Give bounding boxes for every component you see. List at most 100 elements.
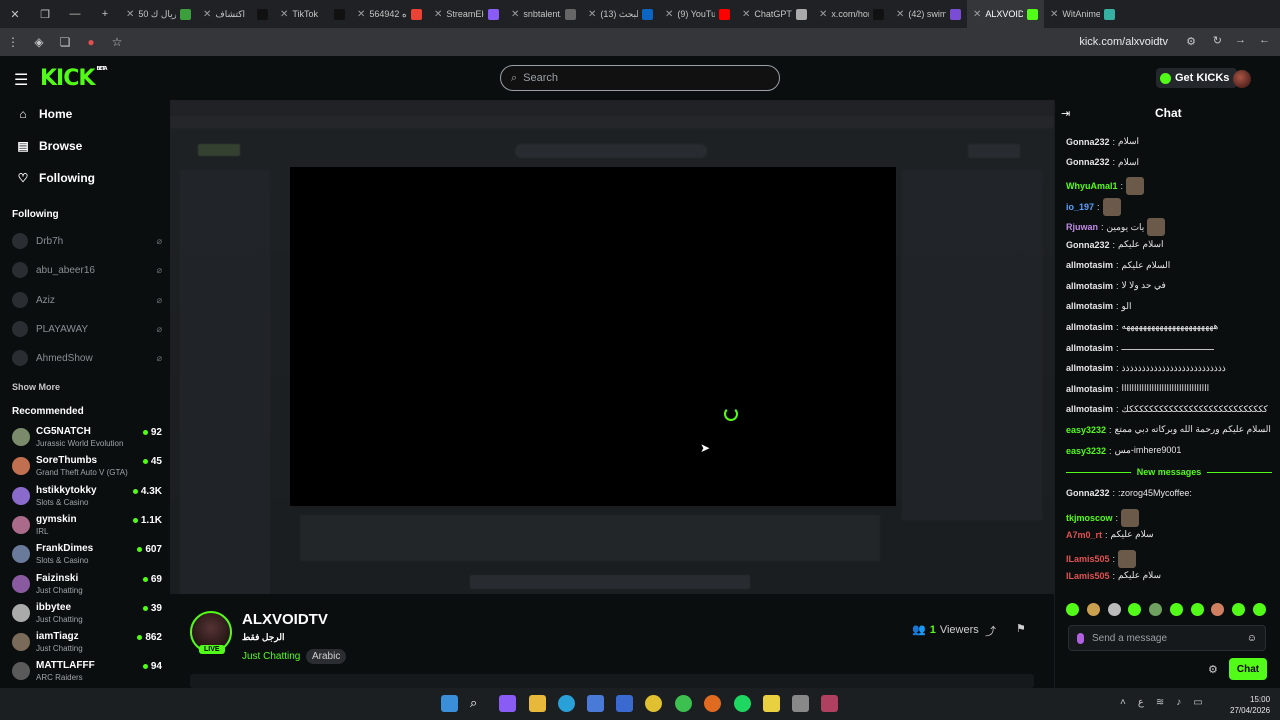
firefox-icon[interactable]	[704, 695, 721, 712]
recommended-channel-item[interactable]: iamTiagz Just Chatting 862	[12, 631, 162, 657]
bookmark-star-icon[interactable]: ☆	[104, 35, 130, 49]
following-channel-item[interactable]: PLAYAWAY ⌀	[12, 319, 162, 339]
chat-username[interactable]: Gonna232	[1066, 157, 1110, 167]
chat-username[interactable]: Gonna232	[1066, 488, 1110, 498]
app-icon[interactable]	[792, 695, 809, 712]
puzzle-icon[interactable]: ❏	[52, 35, 78, 49]
chat-username[interactable]: easy3232	[1066, 425, 1106, 435]
back-icon[interactable]: ←	[1259, 34, 1270, 46]
emote-icon[interactable]	[1107, 603, 1121, 616]
emote-icon[interactable]	[1252, 603, 1266, 616]
chat-settings-gear-icon[interactable]: ⚙	[1208, 663, 1218, 676]
chat-username[interactable]: ILamis505	[1066, 554, 1110, 564]
stream-category-link[interactable]: Just Chatting	[242, 651, 300, 662]
browser-tab[interactable]: ✕ (9) YouTub	[659, 0, 736, 28]
chat-username[interactable]: allmotasim	[1066, 404, 1113, 414]
close-tab-icon[interactable]: ✕	[126, 9, 134, 20]
video-frame[interactable]	[290, 167, 896, 506]
chat-username[interactable]: A7m0_rt	[1066, 530, 1102, 540]
chat-username[interactable]: allmotasim	[1066, 363, 1113, 373]
browser-tab[interactable]: ✕ (42) swim	[890, 0, 967, 28]
emote-icon[interactable]	[1169, 603, 1183, 616]
following-channel-item[interactable]: abu_abeer16 ⌀	[12, 260, 162, 280]
emote-icon[interactable]	[1128, 603, 1142, 616]
hamburger-menu-icon[interactable]: ☰	[14, 70, 28, 90]
browser-tab[interactable]: ✕ WitAnime	[1044, 0, 1121, 28]
close-tab-icon[interactable]: ✕	[665, 9, 673, 20]
extension-icon[interactable]: ◈	[26, 35, 52, 49]
following-channel-item[interactable]: Aziz ⌀	[12, 290, 162, 310]
chat-username[interactable]: easy3232	[1066, 446, 1106, 456]
close-tab-icon[interactable]: ✕	[203, 9, 211, 20]
spotify-icon[interactable]	[734, 695, 751, 712]
chat-username[interactable]: WhyuAmal1	[1066, 181, 1118, 191]
tray-chevron-icon[interactable]: ˄	[1120, 697, 1126, 708]
nav-browse[interactable]: ▤ Browse	[16, 139, 82, 153]
emote-icon[interactable]	[1211, 603, 1225, 616]
mail-icon[interactable]	[587, 695, 604, 712]
following-channel-item[interactable]: Drb7h ⌀	[12, 231, 162, 251]
file-explorer-icon[interactable]	[529, 695, 546, 712]
streamer-name[interactable]: ALXVOIDTV	[242, 611, 328, 628]
search-input[interactable]: ⌕ Search	[500, 65, 780, 91]
chat-username[interactable]: allmotasim	[1066, 301, 1113, 311]
chat-username[interactable]: tkjmoscow	[1066, 513, 1113, 523]
taskbar-clock[interactable]: 15:00 27/04/2026	[1230, 694, 1270, 716]
chat-username[interactable]: allmotasim	[1066, 384, 1113, 394]
site-settings-icon[interactable]: ⚙	[1186, 35, 1196, 48]
menu-dots-icon[interactable]: ⋮	[0, 35, 26, 49]
close-tab-icon[interactable]: ✕	[1050, 9, 1058, 20]
show-more-link[interactable]: Show More	[12, 382, 60, 392]
emote-icon[interactable]	[1086, 603, 1100, 616]
chat-send-button[interactable]: Chat	[1229, 658, 1267, 680]
minimize-window-icon[interactable]: —	[60, 0, 90, 28]
browser-tab[interactable]: ✕ snbtalent.	[505, 0, 582, 28]
nav-home[interactable]: ⌂ Home	[16, 107, 72, 121]
browser-tab[interactable]: ✕ 50 ريال ك	[120, 0, 197, 28]
adblock-icon[interactable]: ●	[78, 35, 104, 49]
restore-window-icon[interactable]: ❐	[30, 0, 60, 28]
browser-tab[interactable]: ✕ 564942 ه	[351, 0, 428, 28]
browser-tab[interactable]: ✕ ChatGPT -	[736, 0, 813, 28]
microphone-icon[interactable]	[1077, 632, 1084, 644]
close-tab-icon[interactable]: ✕	[357, 9, 365, 20]
recommended-channel-item[interactable]: gymskin IRL 1.1K	[12, 514, 162, 540]
recommended-channel-item[interactable]: FrankDimes Slots & Casino 607	[12, 543, 162, 569]
emoji-picker-icon[interactable]: ☺	[1247, 633, 1257, 644]
emote-icon[interactable]	[1190, 603, 1204, 616]
close-tab-icon[interactable]: ✕	[973, 9, 981, 20]
user-avatar[interactable]	[1233, 70, 1251, 88]
recommended-channel-item[interactable]: hstikkytokky Slots & Casino 4.3K	[12, 485, 162, 511]
recommended-channel-item[interactable]: CG5NATCH Jurassic World Evolution 92	[12, 426, 162, 452]
forward-icon[interactable]: →	[1235, 34, 1246, 46]
browser-tab[interactable]: ✕ TikTok	[274, 0, 351, 28]
close-tab-icon[interactable]: ✕	[434, 9, 442, 20]
url-text[interactable]: kick.com/alxvoidtv	[1079, 36, 1168, 48]
close-window-icon[interactable]: ✕	[0, 0, 30, 28]
emote-icon[interactable]	[1149, 603, 1163, 616]
following-channel-item[interactable]: AhmedShow ⌀	[12, 348, 162, 368]
close-tab-icon[interactable]: ✕	[819, 9, 827, 20]
wifi-icon[interactable]: ≋	[1156, 697, 1164, 708]
chat-username[interactable]: allmotasim	[1066, 343, 1113, 353]
chrome-icon[interactable]	[645, 695, 662, 712]
follow-user-icon[interactable]: ⚑	[1016, 622, 1026, 635]
close-tab-icon[interactable]: ✕	[280, 9, 288, 20]
share-icon[interactable]: ⤴	[985, 623, 996, 639]
chat-username[interactable]: Gonna232	[1066, 240, 1110, 250]
volume-icon[interactable]: ♪	[1176, 697, 1181, 708]
whatsapp-icon[interactable]	[675, 695, 692, 712]
close-tab-icon[interactable]: ✕	[896, 9, 904, 20]
chat-username[interactable]: io_197	[1066, 202, 1094, 212]
close-tab-icon[interactable]: ✕	[511, 9, 519, 20]
recommended-channel-item[interactable]: ibbytee Just Chatting 39	[12, 602, 162, 628]
browser-tab[interactable]: ✕ ALXVOIDT	[967, 0, 1044, 28]
chat-message-input[interactable]: Send a message ☺	[1068, 625, 1266, 651]
chat-username[interactable]: allmotasim	[1066, 260, 1113, 270]
battery-icon[interactable]: ▭	[1193, 697, 1202, 708]
browser-tab[interactable]: ✕ StreamEle	[428, 0, 505, 28]
get-kicks-button[interactable]: Get KICKs	[1156, 68, 1238, 88]
input-language[interactable]: ع	[1138, 697, 1144, 708]
nav-following[interactable]: ♡ Following	[16, 171, 95, 185]
chat-username[interactable]: allmotasim	[1066, 322, 1113, 332]
